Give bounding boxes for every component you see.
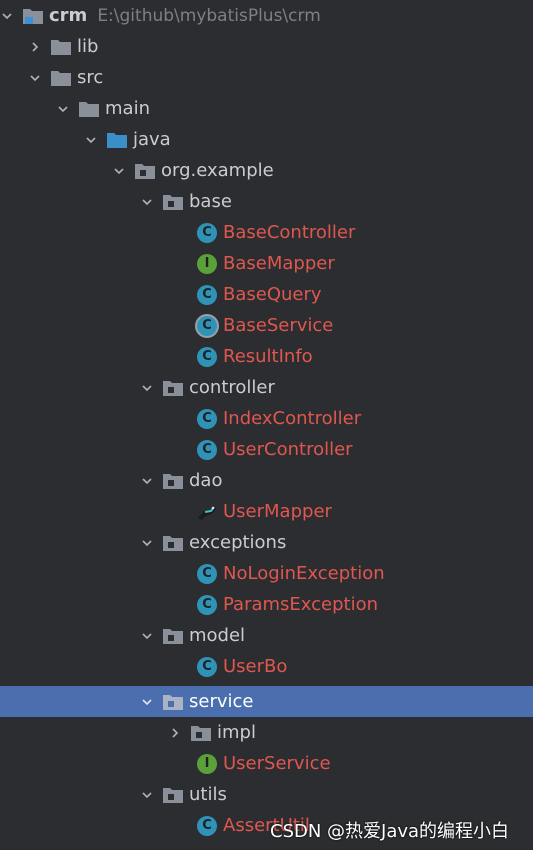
tree-label: ResultInfo <box>223 346 313 367</box>
tree-row-project-root[interactable]: crm E:\github\mybatisPlus\crm <box>0 0 533 31</box>
tree-label: ParamsException <box>223 594 379 615</box>
tree-label: UserBo <box>223 656 288 677</box>
tree-row-mapper-usermapper[interactable]: UserMapper <box>0 496 533 527</box>
interface-icon: I <box>196 253 218 275</box>
chevron-down-icon[interactable] <box>140 474 154 488</box>
package-icon <box>162 784 184 806</box>
tree-row-class-basecontroller[interactable]: C BaseController <box>0 217 533 248</box>
tree-label: impl <box>217 722 256 743</box>
tree-label: UserService <box>223 753 331 774</box>
tree-label: utils <box>189 784 227 805</box>
interface-icon: I <box>196 753 218 775</box>
class-icon: C <box>196 222 218 244</box>
package-icon <box>134 160 156 182</box>
tree-row-interface-userservice[interactable]: I UserService <box>0 748 533 779</box>
project-tree: crm E:\github\mybatisPlus\crm lib src ma… <box>0 0 533 850</box>
tree-label: base <box>189 191 232 212</box>
tree-label: controller <box>189 377 275 398</box>
package-icon <box>162 691 184 713</box>
class-icon: C <box>196 408 218 430</box>
package-icon <box>162 377 184 399</box>
project-path: E:\github\mybatisPlus\crm <box>97 5 321 26</box>
package-icon <box>162 191 184 213</box>
tree-label: BaseService <box>223 315 334 336</box>
chevron-down-icon[interactable] <box>140 536 154 550</box>
project-name: crm <box>49 5 88 26</box>
tree-label: lib <box>77 36 99 57</box>
tree-row-package-impl[interactable]: impl <box>0 717 533 748</box>
tree-row-class-usercontroller[interactable]: C UserController <box>0 434 533 465</box>
tree-row-abstract-baseservice[interactable]: C BaseService <box>0 310 533 341</box>
tree-row-package-controller[interactable]: controller <box>0 372 533 403</box>
chevron-down-icon[interactable] <box>140 788 154 802</box>
folder-icon <box>50 36 72 58</box>
chevron-down-icon[interactable] <box>56 102 70 116</box>
tree-label: UserMapper <box>223 501 332 522</box>
tree-label: IndexController <box>223 408 362 429</box>
chevron-right-icon[interactable] <box>28 40 42 54</box>
tree-label: model <box>189 625 246 646</box>
tree-row-package-exceptions[interactable]: exceptions <box>0 527 533 558</box>
tree-row-class-basequery[interactable]: C BaseQuery <box>0 279 533 310</box>
folder-icon <box>50 67 72 89</box>
tree-label: src <box>77 67 104 88</box>
package-icon <box>162 470 184 492</box>
chevron-down-icon[interactable] <box>140 195 154 209</box>
class-icon: C <box>196 346 218 368</box>
tree-label: dao <box>189 470 223 491</box>
tree-row-class-userbo[interactable]: C UserBo <box>0 651 533 682</box>
tree-label: exceptions <box>189 532 287 553</box>
package-icon <box>162 625 184 647</box>
class-icon: C <box>196 815 218 837</box>
chevron-right-icon[interactable] <box>168 726 182 740</box>
tree-label: main <box>105 98 150 119</box>
tree-row-class-indexcontroller[interactable]: C IndexController <box>0 403 533 434</box>
source-folder-icon <box>106 129 128 151</box>
tree-label: service <box>189 691 254 712</box>
class-icon: C <box>196 656 218 678</box>
chevron-down-icon[interactable] <box>140 629 154 643</box>
package-icon <box>190 722 212 744</box>
tree-label: BaseMapper <box>223 253 335 274</box>
tree-row-class-paramsexception[interactable]: C ParamsException <box>0 589 533 620</box>
tree-row-package-service[interactable]: service <box>0 686 533 717</box>
folder-icon <box>78 98 100 120</box>
chevron-down-icon[interactable] <box>28 71 42 85</box>
tree-label: UserController <box>223 439 353 460</box>
tree-row-source-folder-java[interactable]: java <box>0 124 533 155</box>
tree-label: NoLoginException <box>223 563 385 584</box>
class-icon: C <box>196 594 218 616</box>
abstract-class-icon: C <box>196 315 218 337</box>
chevron-down-icon[interactable] <box>140 695 154 709</box>
tree-row-package-base[interactable]: base <box>0 186 533 217</box>
project-folder-icon <box>22 5 44 27</box>
chevron-down-icon[interactable] <box>0 9 14 23</box>
tree-row-folder-lib[interactable]: lib <box>0 31 533 62</box>
tree-row-interface-basemapper[interactable]: I BaseMapper <box>0 248 533 279</box>
csdn-watermark: CSDN @热爱Java的编程小白 <box>270 821 510 842</box>
package-icon <box>162 532 184 554</box>
tree-label: BaseQuery <box>223 284 322 305</box>
tree-row-folder-main[interactable]: main <box>0 93 533 124</box>
tree-label: org.example <box>161 160 274 181</box>
class-icon: C <box>196 563 218 585</box>
chevron-down-icon[interactable] <box>140 381 154 395</box>
chevron-down-icon[interactable] <box>84 133 98 147</box>
tree-row-folder-src[interactable]: src <box>0 62 533 93</box>
tree-label: java <box>133 129 171 150</box>
tree-row-package-utils[interactable]: utils <box>0 779 533 810</box>
tree-label: BaseController <box>223 222 356 243</box>
tree-row-class-nologinexception[interactable]: C NoLoginException <box>0 558 533 589</box>
mybatis-bird-icon <box>196 501 218 523</box>
class-icon: C <box>196 284 218 306</box>
tree-row-package-dao[interactable]: dao <box>0 465 533 496</box>
tree-row-package-model[interactable]: model <box>0 620 533 651</box>
chevron-down-icon[interactable] <box>112 164 126 178</box>
tree-row-package-org-example[interactable]: org.example <box>0 155 533 186</box>
class-icon: C <box>196 439 218 461</box>
tree-row-class-resultinfo[interactable]: C ResultInfo <box>0 341 533 372</box>
